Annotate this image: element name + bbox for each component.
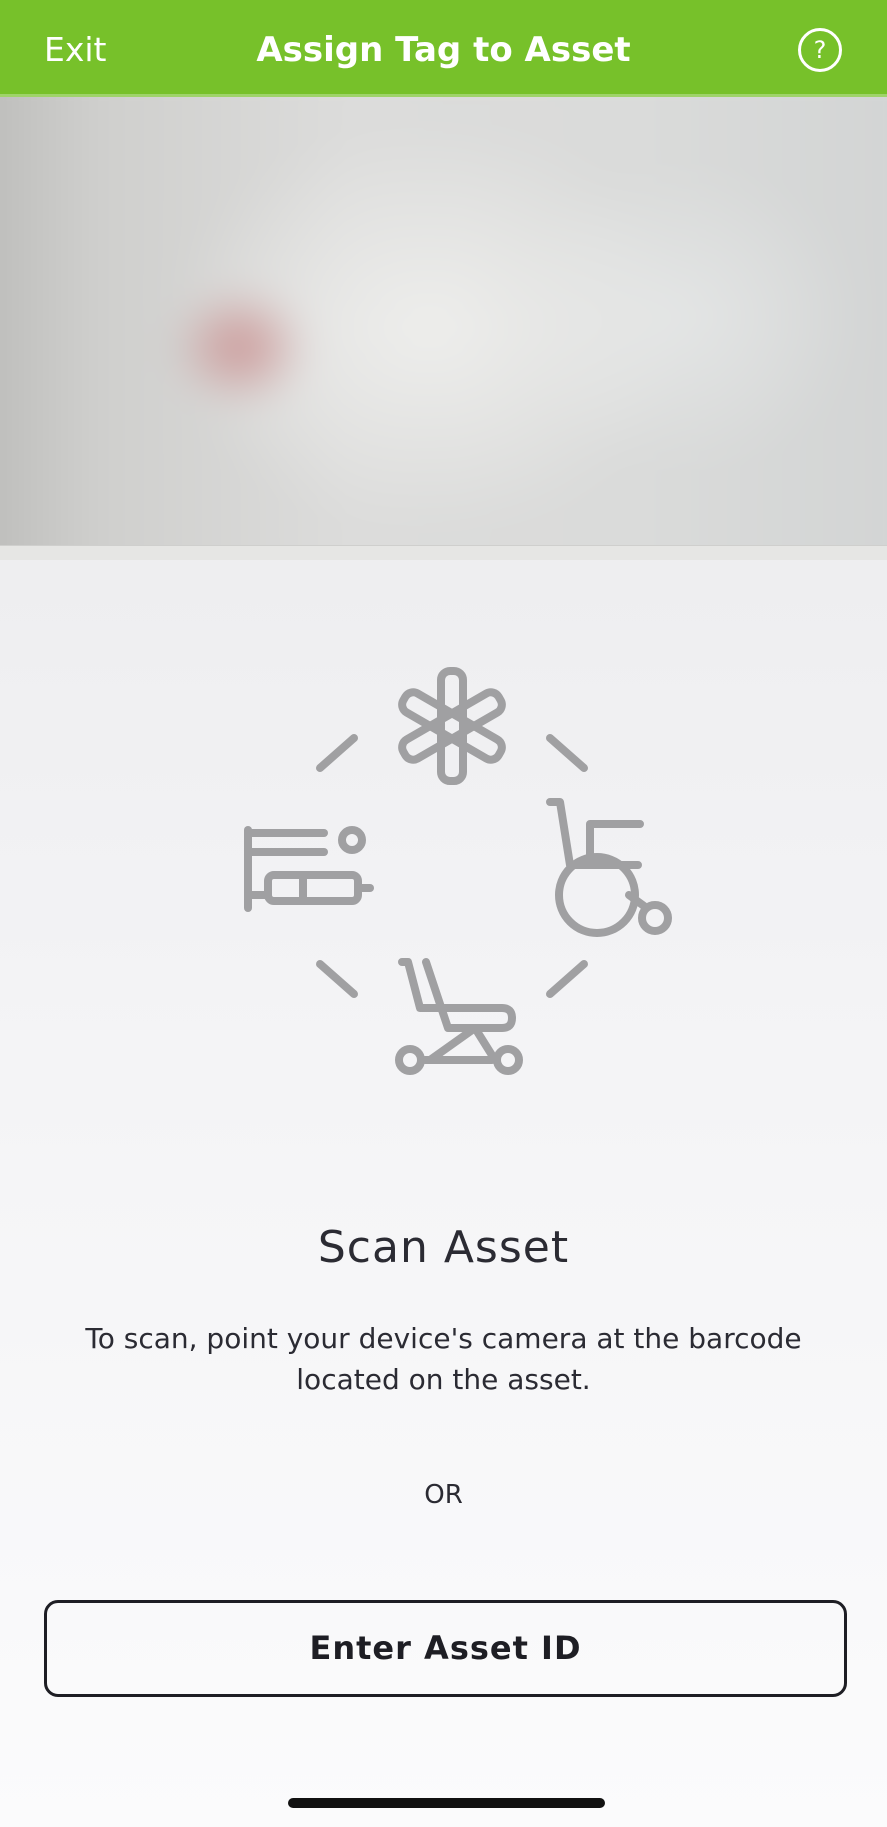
wheelchair-icon	[546, 798, 672, 937]
medical-star-icon	[398, 667, 506, 785]
page-title: Assign Tag to Asset	[256, 30, 631, 70]
camera-preview	[0, 97, 887, 560]
stretcher-icon	[395, 958, 523, 1075]
help-button[interactable]: ?	[797, 27, 843, 73]
dashed-circle	[316, 734, 588, 998]
iv-pump-icon	[244, 826, 374, 912]
scan-instructions: To scan, point your device's camera at t…	[85, 1322, 802, 1396]
or-divider-label: OR	[424, 1480, 463, 1510]
camera-feed	[0, 97, 887, 560]
scan-title: Scan Asset	[317, 1222, 570, 1273]
header-bar: Exit Assign Tag to Asset ?	[0, 0, 887, 97]
svg-text:?: ?	[814, 36, 827, 64]
help-icon: ?	[798, 28, 842, 72]
home-indicator[interactable]	[288, 1798, 605, 1808]
camera-edge-bottom	[0, 545, 887, 560]
asset-illustration	[244, 667, 672, 1075]
enter-asset-id-button[interactable]: Enter Asset ID	[44, 1600, 847, 1697]
